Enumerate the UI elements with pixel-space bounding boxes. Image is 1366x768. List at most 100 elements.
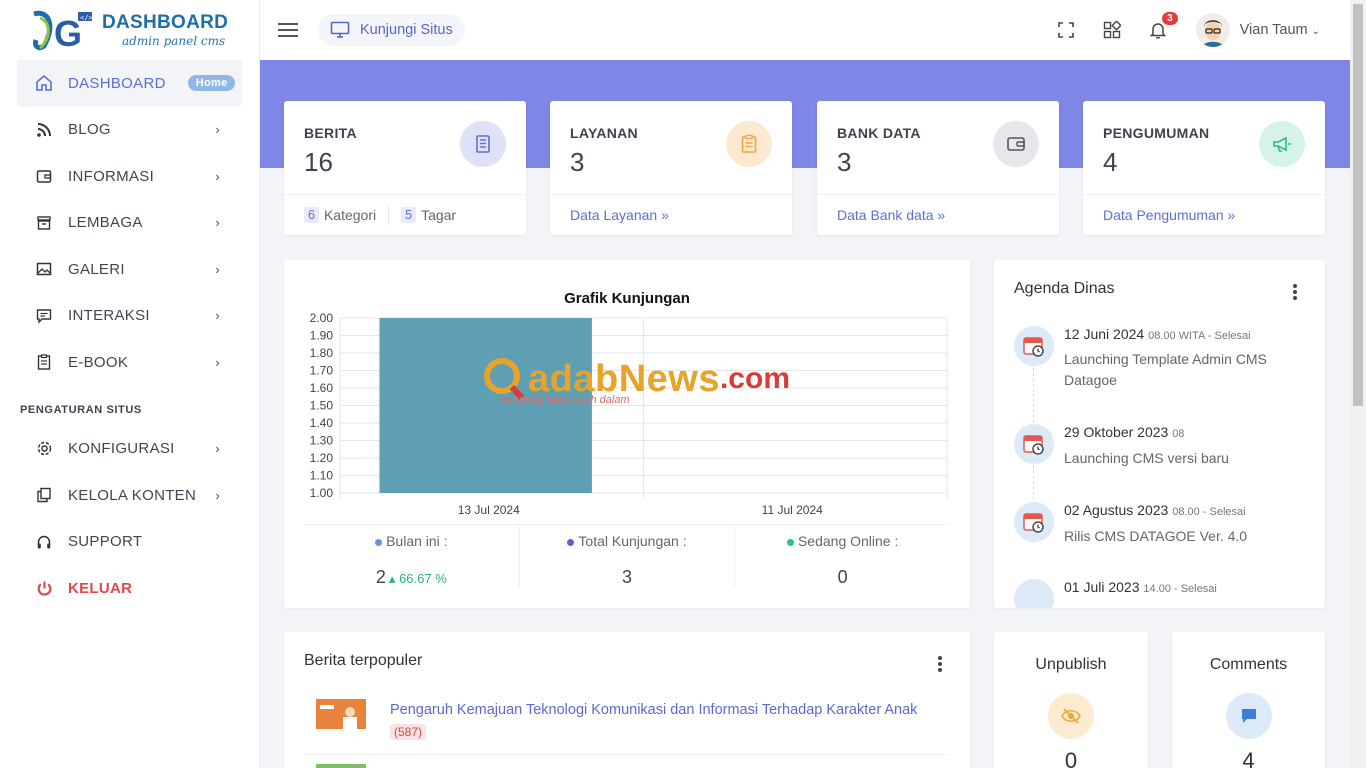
news-link[interactable]: Pengaruh Kemajuan Teknologi Komunikasi d… [390, 702, 917, 718]
sidebar-item-label: SUPPORT [68, 533, 143, 551]
timeline-line [1033, 465, 1034, 505]
stat-label: BERITA [304, 125, 357, 141]
visit-stats-row: Bulan ini : 2 ▴ 66.67 % Total Kunjungan :… [304, 524, 950, 588]
stat-label: BANK DATA [837, 125, 921, 141]
megaphone-icon [1259, 121, 1305, 167]
dot-icon [567, 538, 575, 546]
sidebar-item-support[interactable]: SUPPORT [17, 519, 242, 566]
agenda-date: 29 Oktober 2023 [1064, 424, 1169, 440]
chevron-right-icon: › [215, 441, 220, 457]
sidebar-item-galeri[interactable]: GALERI › [17, 246, 242, 293]
dot-icon [786, 538, 794, 546]
dot-icon [375, 538, 383, 546]
stat-bulan-ini: Bulan ini : 2 ▴ 66.67 % [304, 525, 520, 588]
sidebar-item-informasi[interactable]: INFORMASI › [17, 153, 242, 200]
kategori-link[interactable]: Kategori [324, 207, 376, 223]
notification-bell[interactable]: 3 [1148, 12, 1178, 40]
menu-toggle-icon[interactable] [278, 19, 298, 41]
sidebar-item-lembaga[interactable]: LEMBAGA › [17, 200, 242, 247]
news-thumbnail[interactable] [316, 764, 366, 768]
unpublish-card: Unpublish 0 [994, 632, 1148, 768]
stat-value: 3 [837, 147, 852, 177]
agenda-date: 02 Agustus 2023 [1064, 502, 1169, 518]
document-icon [460, 121, 506, 167]
y-tick-label: 1.00 [310, 486, 334, 500]
comment-icon [1225, 693, 1272, 739]
stat-label: PENGUMUMAN [1103, 125, 1210, 141]
scrollbar-thumb[interactable] [1353, 4, 1363, 406]
chevron-right-icon: › [215, 215, 220, 231]
image-icon [35, 260, 53, 278]
news-thumbnail[interactable] [316, 699, 366, 729]
brand-logo[interactable]: G </> DASHBOARD admin panel cms [0, 0, 259, 60]
calendar-clock-icon [1014, 424, 1054, 464]
sidebar-item-label: KONFIGURASI [68, 440, 175, 458]
stat-value: 3 [570, 147, 585, 177]
calendar-clock-icon [1014, 326, 1054, 366]
tagar-link[interactable]: Tagar [421, 207, 456, 223]
home-icon [35, 74, 53, 92]
y-tick-label: 1.70 [310, 364, 334, 378]
visit-site-button[interactable]: Kunjungi Situs [318, 14, 465, 46]
avatar[interactable] [1195, 13, 1230, 47]
sidebar-item-blog[interactable]: BLOG › [17, 107, 242, 154]
agenda-time: 08.00 - Selesai [1172, 506, 1246, 518]
monitor-icon [330, 21, 350, 38]
popular-news-title: Berita terpopuler [304, 652, 423, 669]
stat-value: 4 [1103, 147, 1118, 177]
stat-label: Total Kunjungan : [578, 533, 687, 549]
popular-news-card: Berita terpopuler Pengaruh Kemajuan Tekn… [284, 632, 970, 768]
sidebar-item-dashboard[interactable]: DASHBOARD Home [17, 60, 242, 107]
sidebar-item-kelola-konten[interactable]: KELOLA KONTEN › [17, 472, 242, 519]
headphones-icon [35, 533, 53, 551]
agenda-date: 01 Juli 2023 [1064, 579, 1140, 595]
sidebar-item-keluar[interactable]: KELUAR [17, 565, 242, 612]
clipboard-list-icon [726, 121, 772, 167]
divider [304, 754, 950, 755]
stat-card-pengumuman: PENGUMUMAN 4 Data Pengumuman » [1083, 101, 1325, 235]
agenda-title: Agenda Dinas [1014, 280, 1115, 297]
sidebar-item-interaksi[interactable]: INTERAKSI › [17, 293, 242, 340]
apps-grid-icon[interactable] [1102, 20, 1122, 40]
chat-icon [35, 307, 53, 325]
y-tick-label: 1.80 [310, 346, 334, 360]
x-tick-label: 11 Jul 2024 [762, 503, 823, 517]
stat-value: 16 [304, 147, 333, 177]
stat-label: LAYANAN [570, 125, 638, 141]
news-views-badge: (587) [390, 724, 427, 740]
timeline-line [1033, 368, 1034, 428]
user-name: Vian Taum [1239, 22, 1308, 38]
stat-value: 0 [837, 567, 848, 587]
sidebar-item-ebook[interactable]: E-BOOK › [17, 339, 242, 386]
fullscreen-icon[interactable] [1056, 20, 1076, 40]
gear-icon [35, 440, 53, 458]
page-scrollbar[interactable] [1350, 0, 1366, 768]
user-menu[interactable]: Vian Taum ⌄ [1240, 22, 1320, 38]
home-badge: Home [187, 75, 236, 92]
watermark-logo: adabNews .com teropong fakta lebih dalam [482, 356, 790, 406]
sidebar-item-label: GALERI [68, 260, 125, 278]
chevron-right-icon: › [215, 261, 220, 277]
y-tick-label: 1.50 [310, 399, 334, 413]
chevron-right-icon: › [215, 308, 220, 324]
logo-mark-icon: G </> [30, 6, 96, 54]
data-layanan-link[interactable]: Data Layanan » [570, 207, 669, 223]
unpublish-title: Unpublish [1035, 656, 1107, 673]
archive-icon [35, 214, 53, 232]
more-options-icon[interactable] [938, 656, 942, 674]
sidebar-item-label: E-BOOK [68, 353, 129, 371]
calendar-clock-icon [1014, 579, 1054, 608]
agenda-event-title: Launching CMS versi baru [1064, 450, 1229, 466]
sidebar-item-label: BLOG [68, 121, 111, 139]
watermark-tagline: teropong fakta lebih dalam [500, 394, 630, 406]
tagar-count: 5 [401, 207, 417, 223]
watermark-suffix: .com [719, 362, 790, 395]
data-pengumuman-link[interactable]: Data Pengumuman » [1103, 207, 1235, 223]
y-tick-label: 1.60 [310, 381, 334, 395]
chevron-right-icon: › [215, 354, 220, 370]
stat-card-layanan: LAYANAN 3 Data Layanan » [550, 101, 792, 235]
unpublish-count: 0 [1064, 748, 1078, 768]
more-options-icon[interactable] [1293, 284, 1297, 302]
data-bank-link[interactable]: Data Bank data » [837, 207, 945, 223]
sidebar-item-konfigurasi[interactable]: KONFIGURASI › [17, 426, 242, 473]
